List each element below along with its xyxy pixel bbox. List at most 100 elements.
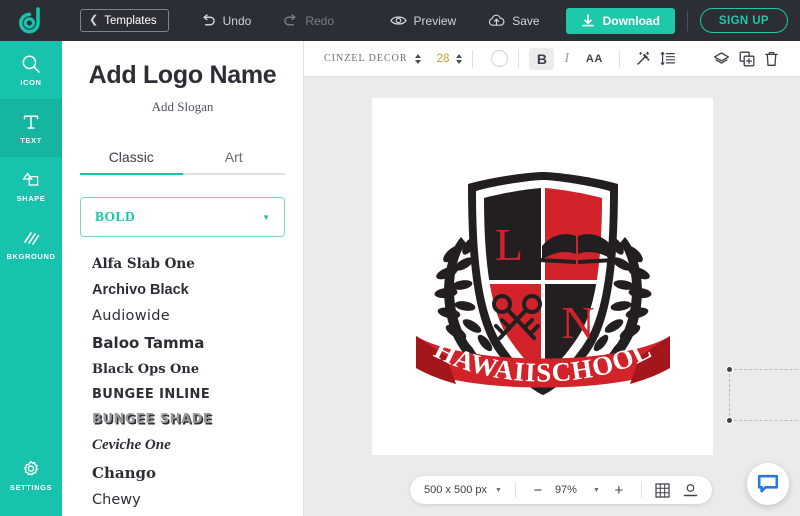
chevron-down-icon: ▼: [495, 487, 502, 494]
signup-label: SIGN UP: [719, 15, 769, 27]
tab-art-label: Art: [225, 149, 243, 165]
sidebar-item-settings[interactable]: SETTINGS: [0, 446, 62, 504]
tab-art[interactable]: Art: [183, 149, 286, 175]
topbar-divider: [687, 11, 688, 31]
tab-classic-label: Classic: [109, 149, 154, 165]
zoom-in-button[interactable]: +: [610, 482, 628, 499]
sidebar-item-bkground[interactable]: BKGROUND: [0, 215, 62, 273]
undo-arrow-icon: [201, 14, 216, 28]
tool-rail: ICON TEXT SHAPE BKGROUND: [0, 41, 62, 516]
preview-button[interactable]: Preview: [374, 0, 473, 41]
app-logo[interactable]: [0, 0, 62, 41]
resize-handle-bottom-left[interactable]: [726, 417, 733, 424]
list-item[interactable]: BUNGEE SHADE: [62, 407, 303, 432]
align-icon: [683, 483, 698, 498]
crest-letter-right: N: [561, 297, 594, 348]
app-logo-d-mark-icon: [18, 7, 44, 35]
download-button[interactable]: Download: [566, 8, 675, 34]
line-spacing-button[interactable]: [655, 48, 680, 70]
save-button[interactable]: Save: [472, 0, 555, 41]
sidebar-item-shape-label: SHAPE: [17, 194, 46, 203]
font-size-stepper[interactable]: [456, 54, 462, 64]
zoom-level-value[interactable]: 97%: [555, 484, 577, 496]
templates-button-label: Templates: [104, 15, 156, 27]
resize-handle-top-left[interactable]: [726, 366, 733, 373]
redo-arrow-icon: [283, 14, 298, 28]
magic-wand-icon: [635, 51, 651, 67]
canvas-area: CINZEL DECOR 28 B I AA: [304, 41, 800, 516]
undo-button[interactable]: Undo: [185, 0, 268, 41]
layers-button[interactable]: [709, 48, 734, 70]
letter-case-button[interactable]: AA: [579, 48, 609, 70]
duplicate-button[interactable]: [734, 48, 759, 70]
font-style-value: BOLD: [95, 209, 135, 225]
chevron-down-icon: ▼: [262, 213, 270, 222]
school-crest-logo: L N: [398, 142, 688, 412]
text-color-swatch[interactable]: [491, 50, 508, 67]
list-item[interactable]: Alfa Slab One: [62, 251, 303, 277]
gear-icon: [21, 459, 41, 479]
duplicate-icon: [739, 51, 755, 67]
tab-classic[interactable]: Classic: [80, 149, 183, 175]
search-icon: [21, 54, 41, 74]
redo-button[interactable]: Redo: [267, 0, 350, 41]
list-item[interactable]: Chango: [62, 459, 303, 487]
controls-divider: [641, 482, 642, 498]
history-controls: Undo Redo: [185, 0, 350, 41]
selection-box[interactable]: [729, 369, 800, 421]
italic-button[interactable]: I: [554, 48, 579, 70]
sidebar-item-text-label: TEXT: [20, 136, 42, 145]
logo-editor-app: ❮ Templates Undo Redo: [0, 0, 800, 516]
toolbar-divider: [472, 50, 473, 68]
signup-button[interactable]: SIGN UP: [700, 8, 788, 33]
sidebar-item-icon-label: ICON: [20, 78, 41, 87]
grid-icon: [655, 483, 670, 498]
templates-button[interactable]: ❮ Templates: [80, 9, 169, 32]
bold-button[interactable]: B: [529, 48, 554, 70]
list-item[interactable]: Audiowide: [62, 303, 303, 329]
chevron-left-icon: ❮: [89, 15, 98, 26]
panel-tabs: Classic Art: [80, 149, 285, 175]
canvas-size-select[interactable]: 500 x 500 px ▼: [424, 484, 502, 496]
zoom-chevron-down-icon[interactable]: ▼: [593, 487, 600, 494]
preview-label: Preview: [414, 14, 457, 28]
font-list: Alfa Slab One Archivo Black Audiowide Ba…: [62, 251, 303, 513]
save-label: Save: [512, 14, 539, 28]
list-item[interactable]: Chewy: [62, 487, 303, 513]
align-button[interactable]: [683, 483, 698, 498]
sidebar-item-bkground-label: BKGROUND: [7, 252, 56, 261]
toolbar-divider: [518, 50, 519, 68]
quadrant-divider-horizontal: [478, 280, 610, 284]
sidebar-item-text[interactable]: TEXT: [0, 99, 62, 157]
background-icon: [21, 228, 41, 248]
font-style-select[interactable]: BOLD ▼: [80, 197, 285, 237]
logo-design[interactable]: L N: [372, 98, 713, 455]
list-item[interactable]: BUNGEE INLINE: [62, 382, 303, 407]
undo-label: Undo: [223, 14, 252, 28]
line-height-icon: [660, 51, 676, 66]
crest-letter-left: L: [494, 219, 522, 270]
download-icon: [581, 14, 595, 28]
list-item[interactable]: Ceviche One: [62, 432, 303, 459]
font-family-stepper[interactable]: [415, 54, 421, 64]
chat-widget-button[interactable]: [747, 463, 789, 505]
slogan-heading[interactable]: Add Slogan: [62, 99, 303, 115]
grid-toggle-button[interactable]: [655, 483, 670, 498]
eye-icon: [390, 14, 407, 27]
zoom-out-button[interactable]: −: [529, 482, 547, 499]
logo-name-heading[interactable]: Add Logo Name: [62, 61, 303, 90]
font-family-value[interactable]: CINZEL DECOR: [324, 53, 408, 64]
list-item[interactable]: Baloo Tamma: [62, 329, 303, 357]
delete-button[interactable]: [759, 48, 784, 70]
list-item[interactable]: Black Ops One: [62, 357, 303, 382]
canvas-controls: 500 x 500 px ▼ − 97% ▼ +: [410, 476, 712, 504]
sidebar-item-icon[interactable]: ICON: [0, 41, 62, 99]
sidebar-item-shape[interactable]: SHAPE: [0, 157, 62, 215]
artboard[interactable]: L N: [372, 98, 713, 455]
list-item[interactable]: Archivo Black: [62, 277, 303, 303]
effects-button[interactable]: [630, 48, 655, 70]
text-format-toolbar: CINZEL DECOR 28 B I AA: [304, 41, 800, 77]
layers-icon: [713, 51, 730, 67]
text-options-panel: Add Logo Name Add Slogan Classic Art BOL…: [62, 41, 304, 516]
font-size-value[interactable]: 28: [437, 53, 450, 65]
